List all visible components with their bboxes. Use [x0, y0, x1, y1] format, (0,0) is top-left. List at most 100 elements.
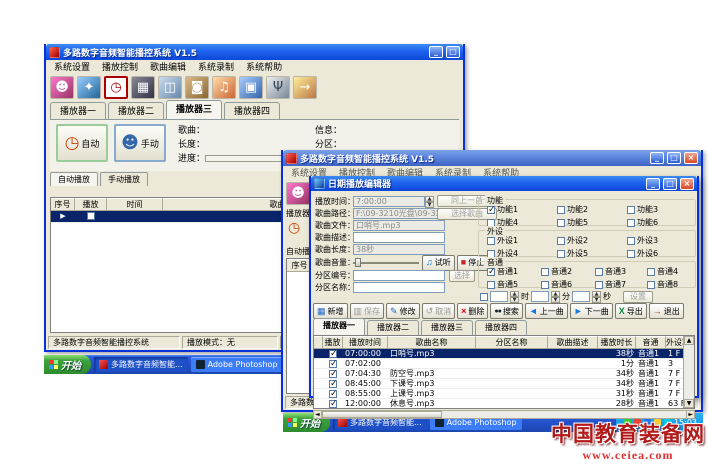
tab-player-2[interactable]: 播放器二: [108, 102, 164, 119]
audio-channel-checkbox[interactable]: 音通6: [541, 279, 595, 290]
time-spinner[interactable]: ▲▼: [425, 196, 434, 207]
play-time-input[interactable]: 7:00:00: [353, 196, 425, 207]
song-path-input[interactable]: F:\09-3210光盘\09-3210音乐库\: [353, 208, 445, 219]
col-no[interactable]: 序号: [51, 198, 75, 210]
tab-player-3[interactable]: 播放器三: [166, 100, 222, 119]
col-duration[interactable]: 播放时长: [598, 336, 636, 348]
dialog-tab-player-1[interactable]: 播放器一: [313, 318, 365, 335]
close-button[interactable]: ×: [684, 152, 698, 164]
song-desc-input[interactable]: [353, 232, 445, 243]
save-button[interactable]: ▥ 保存: [350, 303, 385, 319]
col-time[interactable]: 时间: [107, 198, 163, 210]
previous-track-button[interactable]: ◄ 上一曲: [525, 303, 568, 319]
tab-player-1[interactable]: 播放器一: [50, 102, 106, 119]
song-length-input[interactable]: 38秒: [353, 244, 445, 255]
row-play-checkbox[interactable]: [329, 360, 337, 368]
schedule-row[interactable]: 12:00:00 休息号.mp3 28秒 音通1 63 F: [314, 399, 694, 409]
vertical-scrollbar[interactable]: ▲ ▼: [683, 336, 694, 408]
delete-button[interactable]: × 删除: [457, 303, 488, 319]
row-play-checkbox[interactable]: [329, 370, 337, 378]
audio-channel-checkbox[interactable]: 音通1: [487, 266, 541, 277]
peripheral-checkbox[interactable]: 外设6: [627, 248, 693, 259]
scroll-down-arrow[interactable]: ▼: [684, 399, 694, 408]
scroll-right-arrow[interactable]: ►: [686, 411, 694, 418]
user-icon[interactable]: ☻: [286, 182, 310, 205]
function-checkbox[interactable]: 功能3: [627, 204, 693, 215]
toolbar-icon[interactable]: ◷: [104, 76, 128, 99]
toolbar-icon[interactable]: ▣: [239, 76, 263, 99]
menu-item[interactable]: 播放控制: [96, 60, 144, 73]
minimize-button[interactable]: _: [429, 46, 443, 58]
dialog-tab-player-3[interactable]: 播放器三: [421, 320, 473, 335]
row-play-checkbox[interactable]: [329, 390, 337, 398]
peripheral-checkbox[interactable]: 外设3: [627, 235, 693, 246]
menu-item[interactable]: 歌曲编辑: [144, 60, 192, 73]
song-volume-slider[interactable]: [353, 258, 419, 267]
audio-channel-checkbox[interactable]: 音通3: [595, 266, 647, 277]
audio-channel-checkbox[interactable]: 音通5: [487, 279, 541, 290]
row-play-checkbox[interactable]: [329, 350, 337, 358]
function-checkbox[interactable]: 功能6: [627, 217, 693, 228]
menu-item[interactable]: 系统设置: [48, 60, 96, 73]
minimize-button[interactable]: _: [646, 178, 660, 190]
dialog-tab-player-4[interactable]: 播放器四: [475, 320, 527, 335]
toolbar-icon[interactable]: ◙: [185, 76, 209, 99]
zone-name-input[interactable]: [353, 282, 445, 293]
toolbar-icon[interactable]: ◫: [158, 76, 182, 99]
set-button[interactable]: 设置: [623, 291, 653, 303]
hour-spinner[interactable]: ▲▼: [510, 291, 519, 302]
maximize-button[interactable]: □: [446, 46, 460, 58]
maximize-button[interactable]: □: [667, 152, 681, 164]
col-song-desc[interactable]: 歌曲描述: [548, 336, 598, 348]
minimize-button[interactable]: _: [650, 152, 664, 164]
tab-player-4[interactable]: 播放器四: [224, 102, 280, 119]
function-checkbox[interactable]: 功能2: [557, 204, 627, 215]
toolbar-icon[interactable]: Ψ: [266, 76, 290, 99]
second-input[interactable]: [572, 291, 590, 302]
audio-channel-checkbox[interactable]: 音通2: [541, 266, 595, 277]
toolbar-icon[interactable]: ✦: [77, 76, 101, 99]
next-track-button[interactable]: ► 下一曲: [570, 303, 613, 319]
scroll-left-arrow[interactable]: ◄: [314, 411, 322, 418]
subtab-auto-play[interactable]: 自动播放: [50, 172, 98, 186]
menu-item[interactable]: 系统帮助: [240, 60, 288, 73]
window2-titlebar[interactable]: 多路数字音频智能播控系统 V1.5 _ □ ×: [283, 150, 701, 166]
add-button[interactable]: ▦ 新增: [313, 303, 348, 319]
menu-item[interactable]: 系统录制: [192, 60, 240, 73]
row-play-checkbox[interactable]: [329, 380, 337, 388]
toolbar-icon[interactable]: ♫: [212, 76, 236, 99]
schedule-row[interactable]: 08:55:00 上课号.mp3 31秒 音通1 7 F: [314, 389, 694, 399]
zone-select-button[interactable]: 选择: [449, 270, 475, 282]
peripheral-checkbox[interactable]: 外设2: [557, 235, 627, 246]
audio-channel-checkbox[interactable]: 音通8: [647, 279, 695, 290]
hour-input[interactable]: [490, 291, 508, 302]
cancel-button[interactable]: ↺ 取消: [422, 303, 456, 319]
modify-button[interactable]: ✎ 修改: [386, 303, 420, 319]
toolbar-icon[interactable]: ▦: [131, 76, 155, 99]
schedule-row[interactable]: 07:00:00 口哨号.mp3 38秒 音通1 1 F: [314, 349, 694, 359]
audio-channel-checkbox[interactable]: 音通4: [647, 266, 695, 277]
volume-thumb[interactable]: [355, 258, 361, 267]
col-play-time[interactable]: 播放时间: [343, 336, 388, 348]
col-zone-name[interactable]: 分区名称: [476, 336, 548, 348]
schedule-row[interactable]: 07:04:30 防空号.mp3 34秒 音通1 7 F: [314, 369, 694, 379]
manual-mode-button[interactable]: ☻ 手动: [114, 124, 166, 162]
row-play-checkbox[interactable]: [329, 400, 337, 408]
row-checkbox[interactable]: [87, 212, 95, 220]
timer-checkbox[interactable]: [480, 293, 488, 301]
auto-mode-button[interactable]: ◷ 自动: [56, 124, 108, 162]
dialog-tab-player-2[interactable]: 播放器二: [367, 320, 419, 335]
scroll-up-arrow[interactable]: ▲: [684, 336, 694, 345]
function-checkbox[interactable]: 功能5: [557, 217, 627, 228]
audition-button[interactable]: ♫ 试听: [422, 255, 455, 271]
col-play[interactable]: 播放: [75, 198, 107, 210]
col-channel[interactable]: 音通: [636, 336, 666, 348]
exit-button[interactable]: → 退出: [649, 303, 684, 319]
subtab-manual-play[interactable]: 手动播放: [100, 172, 148, 186]
dialog-titlebar[interactable]: 日期播放编辑器 _ □ ×: [311, 176, 697, 191]
minute-spinner[interactable]: ▲▼: [551, 291, 560, 302]
taskbar-photoshop-item[interactable]: Adobe Photoshop: [191, 357, 283, 372]
toolbar-icon[interactable]: ☻: [50, 76, 74, 99]
zone-number-input[interactable]: [353, 270, 445, 281]
close-button[interactable]: ×: [680, 178, 694, 190]
